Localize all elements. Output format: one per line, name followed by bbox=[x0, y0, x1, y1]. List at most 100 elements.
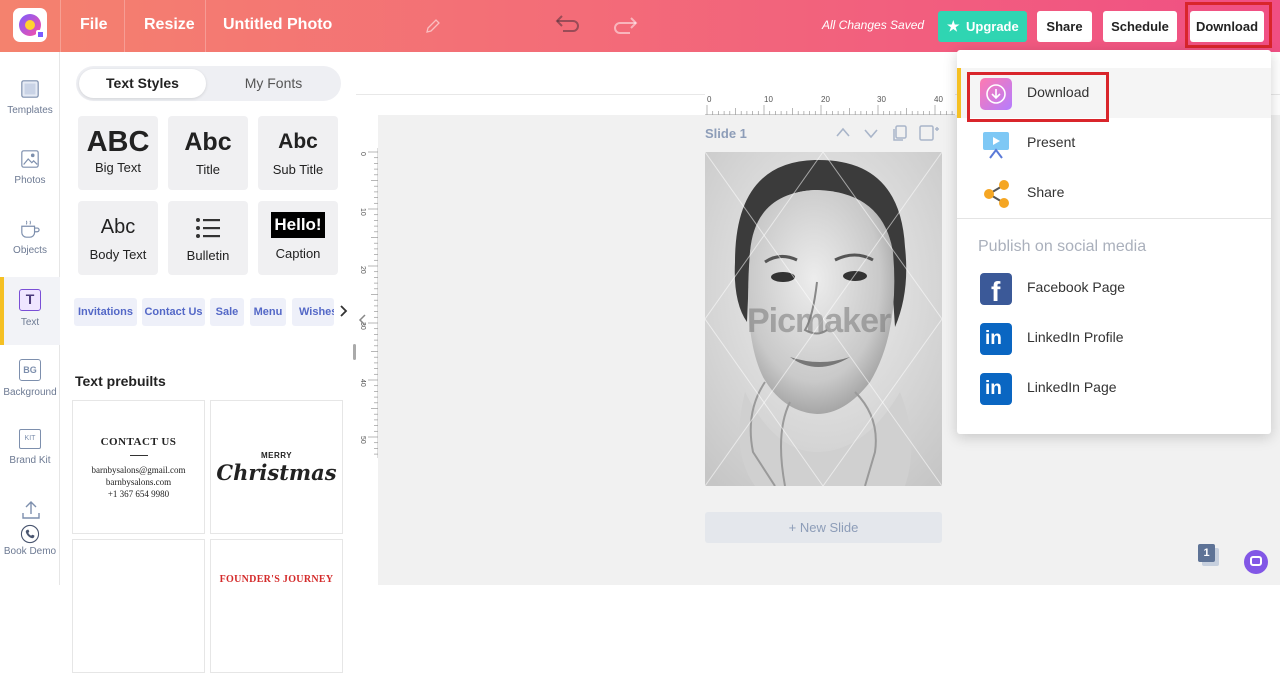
chat-support-icon[interactable] bbox=[1244, 550, 1268, 574]
rail-templates-label: Templates bbox=[7, 105, 53, 116]
style-title[interactable]: Abc Title bbox=[168, 116, 248, 190]
file-menu[interactable]: File bbox=[80, 16, 108, 34]
style-body-text[interactable]: Abc Body Text bbox=[78, 201, 158, 275]
style-caption[interactable]: Hello! Caption bbox=[258, 201, 338, 275]
style-sample: Abc bbox=[278, 130, 318, 153]
undo-icon[interactable] bbox=[553, 13, 581, 35]
duplicate-slide-icon[interactable] bbox=[891, 124, 909, 142]
slide-canvas-photo[interactable]: Picmaker bbox=[705, 152, 942, 486]
schedule-button[interactable]: Schedule bbox=[1103, 11, 1177, 42]
rail-photos[interactable]: Photos bbox=[0, 137, 60, 197]
tab-my-fonts[interactable]: My Fonts bbox=[209, 69, 338, 98]
chip-sale[interactable]: Sale bbox=[210, 298, 244, 326]
bullet-list-icon bbox=[196, 218, 220, 238]
ruler-left-label: 50 bbox=[359, 436, 366, 444]
ruler-left-label: 10 bbox=[359, 208, 366, 216]
slide-label: Slide 1 bbox=[705, 126, 747, 141]
menu-item-label: Facebook Page bbox=[1027, 279, 1126, 295]
left-rail: Templates Photos Objects T Text BG Backg… bbox=[0, 52, 60, 585]
document-title[interactable]: Untitled Photo bbox=[223, 16, 332, 34]
share-button[interactable]: Share bbox=[1037, 11, 1092, 42]
menu-item-linkedin-page[interactable]: in LinkedIn Page bbox=[957, 363, 1271, 413]
menu-item-label: LinkedIn Page bbox=[1027, 379, 1117, 395]
ruler-left-label: 40 bbox=[359, 379, 366, 387]
style-label: Bulletin bbox=[186, 248, 230, 263]
horizontal-ruler: 0 10 20 30 40 bbox=[705, 94, 955, 115]
prebuilt-heading: CONTACT US bbox=[100, 436, 177, 448]
menu-item-share[interactable]: Share bbox=[957, 168, 1271, 218]
style-sample: Hello! bbox=[271, 212, 325, 238]
style-sample: ABC bbox=[86, 126, 150, 158]
resize-menu[interactable]: Resize bbox=[144, 16, 195, 34]
menu-item-facebook-page[interactable]: f Facebook Page bbox=[957, 263, 1271, 313]
picmaker-logo-icon[interactable] bbox=[13, 8, 47, 42]
chip-wishes[interactable]: Wishes bbox=[292, 298, 334, 326]
linkedin-icon: in bbox=[980, 323, 1012, 355]
style-big-text[interactable]: ABC Big Text bbox=[78, 116, 158, 190]
panel-tab-switcher: Text Styles My Fonts bbox=[76, 66, 341, 101]
rename-pencil-icon[interactable] bbox=[425, 18, 441, 34]
present-icon bbox=[983, 132, 1009, 159]
rail-background-label: Background bbox=[3, 387, 57, 398]
prebuilt-christmas[interactable]: MERRY Christmas bbox=[210, 400, 343, 534]
upgrade-label: Upgrade bbox=[966, 19, 1019, 34]
rail-text-label: Text bbox=[20, 317, 40, 328]
picmaker-watermark: Picmaker bbox=[747, 302, 891, 340]
style-label: Body Text bbox=[89, 247, 147, 262]
menu-item-present[interactable]: Present bbox=[957, 118, 1271, 168]
move-slide-up-icon[interactable] bbox=[835, 126, 851, 138]
rail-photos-label: Photos bbox=[14, 175, 46, 186]
ruler-top-label: 20 bbox=[821, 95, 830, 104]
linkedin-icon: in bbox=[980, 373, 1012, 405]
menu-item-linkedin-profile[interactable]: in LinkedIn Profile bbox=[957, 313, 1271, 363]
ruler-top-label: 30 bbox=[877, 95, 886, 104]
prebuilt-founder-title: FOUNDER'S JOURNEY bbox=[219, 574, 334, 585]
vertical-ruler: 0 10 20 30 40 50 bbox=[356, 148, 378, 461]
chip-contact-us[interactable]: Contact Us bbox=[142, 298, 205, 326]
collapse-panel-chevron-icon[interactable] bbox=[357, 313, 369, 327]
move-slide-down-icon[interactable] bbox=[863, 127, 879, 139]
rail-book-demo[interactable]: Book Demo bbox=[0, 514, 60, 574]
style-sample: Abc bbox=[184, 128, 232, 156]
rail-brand-kit[interactable]: KIT Brand Kit bbox=[0, 417, 60, 477]
rail-objects[interactable]: Objects bbox=[0, 207, 60, 267]
pages-count-button[interactable]: 1 bbox=[1198, 544, 1220, 566]
share-icon bbox=[984, 180, 1009, 208]
text-prebuilts-heading: Text prebuilts bbox=[75, 373, 166, 389]
new-slide-button[interactable]: + New Slide bbox=[705, 512, 942, 543]
publish-heading: Publish on social media bbox=[978, 238, 1147, 255]
upgrade-button[interactable]: ★ Upgrade bbox=[938, 11, 1027, 42]
facebook-icon: f bbox=[980, 273, 1012, 305]
chip-menu[interactable]: Menu bbox=[250, 298, 286, 326]
prebuilt-site: barnbysalons.com bbox=[105, 477, 172, 487]
style-sub-title[interactable]: Abc Sub Title bbox=[258, 116, 338, 190]
ruler-top-label: 0 bbox=[707, 95, 712, 104]
rail-text[interactable]: T Text bbox=[0, 277, 60, 345]
style-label: Sub Title bbox=[272, 162, 324, 177]
prebuilt-blank[interactable] bbox=[72, 539, 205, 673]
menu-item-label: LinkedIn Profile bbox=[1027, 329, 1124, 345]
templates-icon bbox=[21, 80, 39, 98]
redo-icon[interactable] bbox=[612, 14, 640, 36]
rail-book-demo-label: Book Demo bbox=[3, 546, 57, 557]
prebuilt-contact-us[interactable]: CONTACT US barnbysalons@gmail.com barnby… bbox=[72, 400, 205, 534]
style-label: Caption bbox=[275, 246, 321, 261]
rail-background[interactable]: BG Background bbox=[0, 347, 60, 407]
style-sample: Abc bbox=[100, 216, 136, 238]
chevron-right-icon[interactable] bbox=[335, 303, 351, 319]
rail-templates[interactable]: Templates bbox=[0, 67, 60, 127]
style-label: Title bbox=[195, 162, 221, 177]
download-button-highlight bbox=[1185, 2, 1272, 48]
page-count: 1 bbox=[1198, 544, 1215, 562]
download-item-highlight bbox=[967, 72, 1109, 122]
text-panel: Text Styles My Fonts ABC Big Text Abc Ti… bbox=[60, 52, 356, 673]
menu-item-label: Share bbox=[1027, 184, 1065, 200]
add-slide-icon[interactable] bbox=[918, 124, 940, 142]
ruler-left-label: 0 bbox=[359, 152, 366, 156]
style-bulletin[interactable]: Bulletin bbox=[168, 201, 248, 275]
prebuilt-founders-journey[interactable]: FOUNDER'S JOURNEY bbox=[210, 539, 343, 673]
tab-text-styles[interactable]: Text Styles bbox=[79, 69, 206, 98]
style-label: Big Text bbox=[94, 160, 141, 175]
chip-invitations[interactable]: Invitations bbox=[74, 298, 137, 326]
rail-brand-kit-label: Brand Kit bbox=[9, 455, 51, 466]
